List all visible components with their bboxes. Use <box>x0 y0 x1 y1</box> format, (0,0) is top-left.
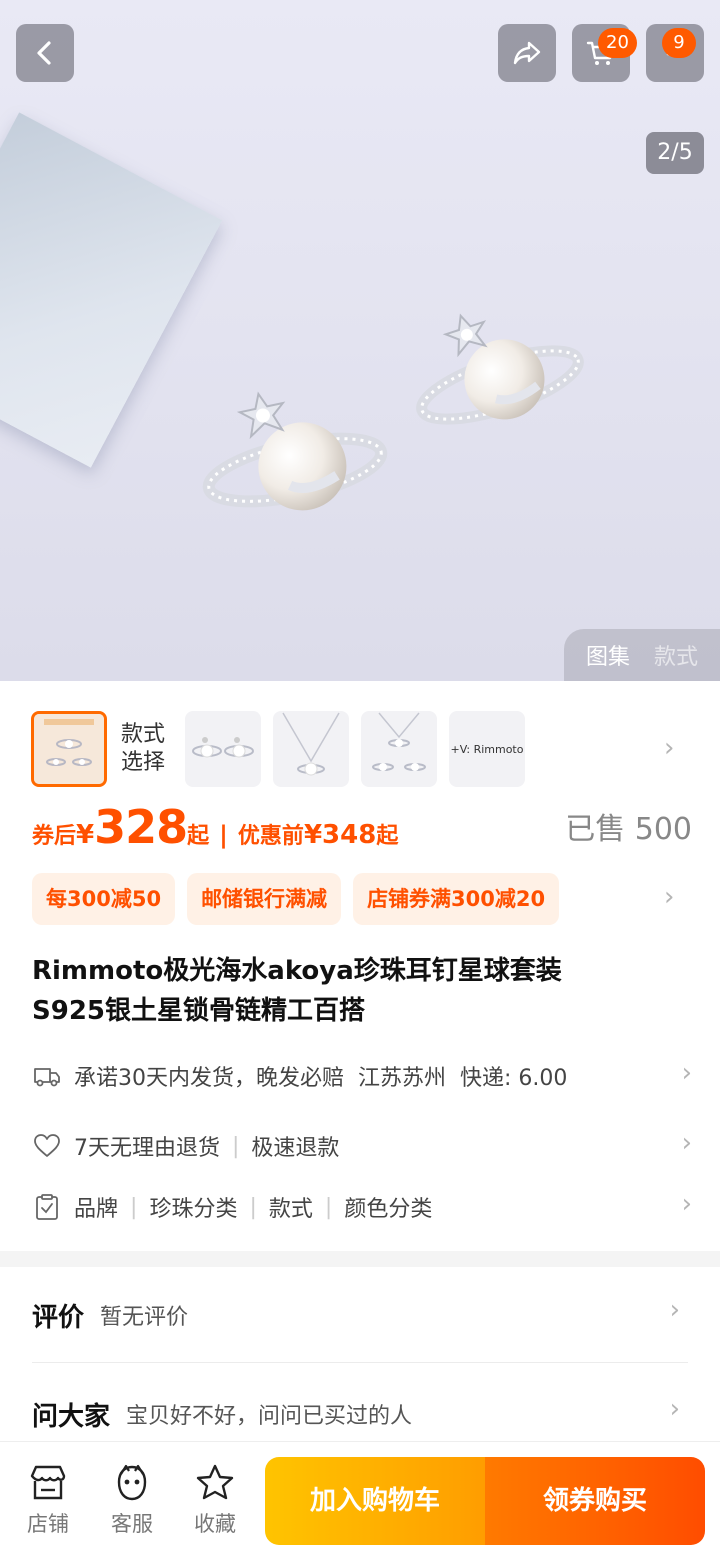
share-icon <box>513 41 541 65</box>
param-divider: | <box>130 1194 138 1220</box>
qa-prompt-text: 宝贝好不好，问问已买过的人 <box>126 1404 413 1429</box>
promo-tag[interactable]: 店铺券满300减20 <box>353 873 560 925</box>
store-tab-label: 店铺 <box>27 1512 69 1536</box>
share-button[interactable] <box>498 24 556 82</box>
contact-thumb-text: +V: Rimmoto <box>450 742 524 756</box>
after-coupon-label: 券后 <box>32 824 77 849</box>
reviews-chevron-icon: › <box>669 1295 680 1325</box>
variant-thumb-earrings[interactable] <box>185 711 261 787</box>
shipping-fee: 快递: 6.00 <box>460 1066 568 1091</box>
bottom-action-bar: 店铺 客服 收藏 加入购物车 领券购买 <box>0 1441 720 1557</box>
variant-thumbnail-image <box>34 714 104 784</box>
favorite-tab-label: 收藏 <box>194 1512 236 1536</box>
returns-chevron-icon: › <box>681 1128 692 1158</box>
params-row[interactable]: 品牌 | 珍珠分类 | 款式 | 颜色分类 › <box>32 1187 692 1227</box>
shipping-promise: 承诺30天内发货，晚发必赔 <box>74 1066 344 1091</box>
returns-policy: 7天无理由退货 <box>74 1136 220 1161</box>
cart-count-badge: 20 <box>598 28 637 58</box>
pearl-earrings-image <box>202 313 584 511</box>
section-divider <box>0 1251 720 1267</box>
variant-label-line1: 款式 <box>121 722 166 747</box>
set-thumbnail-image <box>372 712 426 771</box>
returns-divider: | <box>232 1133 240 1159</box>
product-title: Rimmoto极光海水akoya珍珠耳钉星球套装 S925银土星锁骨链精工百搭 <box>32 951 652 1031</box>
qa-heading: 问大家 <box>32 1401 111 1432</box>
favorite-tab[interactable]: 收藏 <box>185 1462 245 1538</box>
promo-tag[interactable]: 每300减50 <box>32 873 176 925</box>
heart-icon <box>34 1134 60 1157</box>
ask-everyone-row[interactable]: 问大家 宝贝好不好，问问已买过的人 › <box>32 1392 688 1436</box>
row-divider <box>32 1362 688 1363</box>
customer-service-tab[interactable]: 客服 <box>102 1462 162 1538</box>
param-color: 颜色分类 <box>344 1197 433 1222</box>
shipping-row[interactable]: 承诺30天内发货，晚发必赔 江苏苏州 快递: 6.00 › <box>32 1056 692 1096</box>
price-suffix: 起 <box>187 824 210 849</box>
shipping-location: 江苏苏州 <box>358 1066 447 1091</box>
chevron-left-icon <box>37 41 51 65</box>
original-price: ¥348 <box>303 820 377 850</box>
variant-thumb-selected[interactable] <box>31 711 107 787</box>
shipping-chevron-icon: › <box>681 1058 692 1088</box>
variant-label-line2: 选择 <box>121 750 166 775</box>
buy-with-coupon-button[interactable]: 领券购买 <box>485 1457 705 1545</box>
variant-more-chevron-icon[interactable]: › <box>664 733 674 763</box>
service-face-icon <box>117 1464 147 1501</box>
price-amount: 328 <box>94 800 188 854</box>
product-title-line2: S925银土星锁骨链精工百搭 <box>32 996 365 1026</box>
message-count-badge: 9 <box>662 28 696 58</box>
param-style: 款式 <box>268 1197 313 1222</box>
gallery-mode-switch[interactable]: 图集 款式 <box>564 629 720 681</box>
params-chevron-icon: › <box>681 1189 692 1219</box>
variant-thumb-necklace[interactable] <box>273 711 349 787</box>
variant-thumb-contact[interactable]: +V: Rimmoto <box>449 711 525 787</box>
gallery-tab-style[interactable]: 款式 <box>654 639 698 671</box>
sold-count: 已售 500 <box>565 812 692 847</box>
variant-label[interactable]: 款式 选择 <box>121 721 165 777</box>
variant-selector[interactable]: 款式 选择 +V: Rimmoto › <box>0 681 720 801</box>
price-row: 券后 ¥ 328 起 | 优惠前 ¥348 起 <box>32 800 398 860</box>
product-image-gallery[interactable]: 20 9 2/5 图集 款式 <box>0 0 720 681</box>
back-button[interactable] <box>16 24 74 82</box>
add-to-cart-button[interactable]: 加入购物车 <box>265 1457 485 1545</box>
fast-refund: 极速退款 <box>251 1136 340 1161</box>
image-counter: 2/5 <box>646 132 704 174</box>
necklace-thumbnail-image <box>282 712 340 776</box>
param-pearl-type: 珍珠分类 <box>149 1197 238 1222</box>
gallery-tab-album[interactable]: 图集 <box>586 639 630 671</box>
promo-tag[interactable]: 邮储银行满减 <box>187 873 342 925</box>
promotion-tags[interactable]: 每300减50 邮储银行满减 店铺券满300减20 <box>32 873 560 925</box>
store-tab[interactable]: 店铺 <box>18 1462 78 1538</box>
original-price-label: 优惠前 <box>237 824 304 849</box>
returns-row[interactable]: 7天无理由退货 | 极速退款 › <box>32 1126 692 1166</box>
store-icon <box>30 1465 66 1500</box>
price-divider: | <box>219 821 228 849</box>
param-divider: | <box>324 1194 333 1220</box>
original-price-suffix: 起 <box>376 824 399 849</box>
product-title-line1: Rimmoto极光海水akoya珍珠耳钉星球套装 <box>32 956 562 986</box>
reviews-empty-text: 暂无评价 <box>100 1305 189 1330</box>
promotions-chevron-icon[interactable]: › <box>664 882 674 912</box>
param-brand: 品牌 <box>74 1197 119 1222</box>
service-tab-label: 客服 <box>111 1512 153 1536</box>
qa-chevron-icon: › <box>669 1394 680 1424</box>
earrings-thumbnail-image <box>192 737 254 758</box>
reviews-row[interactable]: 评价 暂无评价 › <box>32 1293 688 1337</box>
clipboard-icon <box>36 1194 58 1220</box>
star-icon <box>196 1464 234 1500</box>
param-divider: | <box>249 1194 257 1220</box>
truck-icon <box>34 1068 60 1087</box>
reviews-heading: 评价 <box>32 1302 85 1333</box>
currency-symbol: ¥ <box>76 820 95 850</box>
variant-thumb-set[interactable] <box>361 711 437 787</box>
